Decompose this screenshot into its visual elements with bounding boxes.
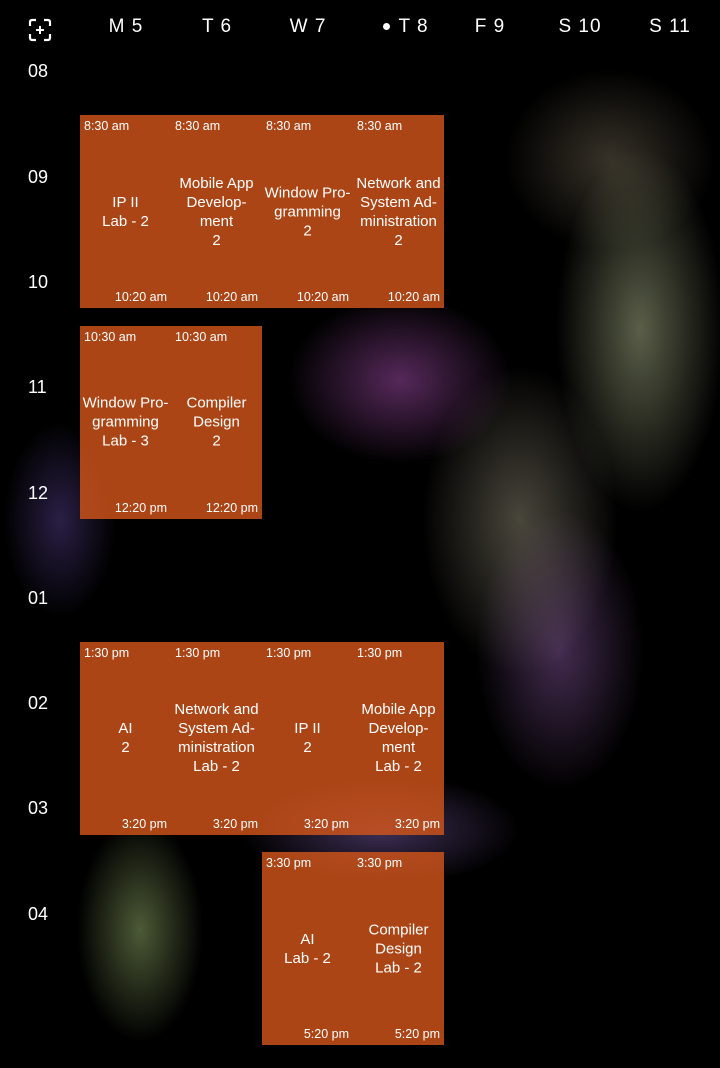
event-end-time: 10:20 am (114, 290, 167, 305)
hour-label: 03 (28, 798, 49, 819)
day-header-3[interactable]: T 8 (361, 16, 451, 46)
event-end-time: 5:20 pm (303, 1027, 349, 1042)
day-label: S 10 (558, 16, 602, 37)
event-end-time: 12:20 pm (205, 500, 258, 515)
event-title: Compiler Design Lab - 2 (368, 921, 429, 977)
event-title: Window Pro- gramming 2 (264, 184, 351, 240)
event-block[interactable]: 8:30 am Mobile App Develop- ment 2 10:20 a… (171, 115, 262, 309)
add-event-button[interactable] (28, 18, 52, 42)
event-block[interactable]: 10:30 am Compiler Design 2 12:20 pm (171, 325, 262, 519)
event-title: IP II Lab - 2 (102, 193, 149, 230)
day-label: M 5 (108, 16, 144, 37)
event-block[interactable]: 1:30 pm AI 2 3:20 pm (80, 641, 171, 835)
event-end-time: 3:20 pm (303, 816, 349, 831)
day-header-6[interactable]: S 11 (625, 16, 715, 46)
day-label: T 8 (398, 16, 429, 37)
event-start-time: 1:30 pm (175, 645, 221, 660)
today-indicator (383, 23, 391, 31)
event-start-time: 10:30 am (84, 329, 137, 344)
event-block[interactable]: 10:30 am Window Pro- gramming Lab - 3 12:2… (80, 325, 171, 519)
event-title: AI Lab - 2 (284, 930, 331, 967)
event-block[interactable]: 8:30 am Network and System Ad- ministrati… (353, 115, 444, 309)
hour-label: 01 (28, 587, 49, 608)
hour-label: 04 (28, 903, 49, 924)
event-block[interactable]: 8:30 am IP II Lab - 2 10:20 am (80, 115, 171, 309)
day-header-5[interactable]: S 10 (535, 16, 625, 46)
hour-label: 09 (28, 166, 49, 187)
event-start-time: 3:30 pm (266, 856, 312, 871)
event-end-time: 3:20 pm (212, 816, 258, 831)
day-label: T 6 (201, 16, 233, 37)
event-title: Compiler Design 2 (186, 394, 247, 450)
event-start-time: 1:30 pm (266, 645, 312, 660)
event-block[interactable]: 8:30 am Window Pro- gramming 2 10:20 am (262, 115, 353, 309)
event-end-time: 3:20 pm (394, 816, 440, 831)
event-end-time: 10:20 am (387, 290, 440, 305)
event-block[interactable]: 3:30 pm AI Lab - 2 5:20 pm (262, 852, 353, 1046)
hour-label: 08 (28, 61, 49, 82)
add-event-icon (28, 18, 52, 42)
event-start-time: 1:30 pm (84, 645, 130, 660)
day-label: F 9 (474, 16, 506, 37)
hour-label: 12 (28, 482, 49, 503)
hour-label: 02 (28, 693, 49, 714)
event-end-time: 10:20 am (205, 290, 258, 305)
event-start-time: 3:30 pm (357, 856, 403, 871)
event-title: Network and System Ad- ministration Lab … (174, 701, 259, 776)
event-title: Network and System Ad- ministration 2 (356, 174, 441, 249)
day-label: W 7 (289, 16, 327, 37)
event-block[interactable]: 1:30 pm IP II 2 3:20 pm (262, 641, 353, 835)
event-end-time: 10:20 am (296, 290, 349, 305)
event-start-time: 8:30 am (266, 119, 312, 133)
event-title: AI 2 (118, 720, 133, 757)
event-end-time: 3:20 pm (121, 816, 167, 831)
event-title: Mobile App Develop- ment 2 (179, 174, 254, 249)
hour-label: 10 (28, 271, 49, 292)
event-start-time: 10:30 am (175, 329, 228, 344)
day-header-4[interactable]: F 9 (445, 16, 535, 46)
event-start-time: 8:30 am (357, 119, 403, 133)
event-title: Mobile App Develop- ment Lab - 2 (361, 701, 436, 776)
event-title: IP II 2 (294, 720, 321, 757)
event-start-time: 1:30 pm (357, 645, 403, 660)
event-block[interactable]: 3:30 pm Compiler Design Lab - 2 5:20 pm (353, 852, 444, 1046)
event-start-time: 8:30 am (175, 119, 221, 133)
event-end-time: 12:20 pm (114, 500, 167, 515)
event-end-time: 5:20 pm (394, 1027, 440, 1042)
event-start-time: 8:30 am (84, 119, 130, 133)
event-block[interactable]: 1:30 pm Network and System Ad- ministrati… (171, 641, 262, 835)
event-block[interactable]: 1:30 pm Mobile App Develop- ment Lab - 2 3… (353, 641, 444, 835)
day-header-0[interactable]: M 5 (81, 16, 171, 46)
day-header-1[interactable]: T 6 (172, 16, 262, 46)
day-label: S 11 (649, 16, 691, 37)
day-header-2[interactable]: W 7 (263, 16, 353, 46)
hour-label: 11 (28, 377, 47, 398)
event-title: Window Pro- gramming Lab - 3 (82, 394, 169, 450)
